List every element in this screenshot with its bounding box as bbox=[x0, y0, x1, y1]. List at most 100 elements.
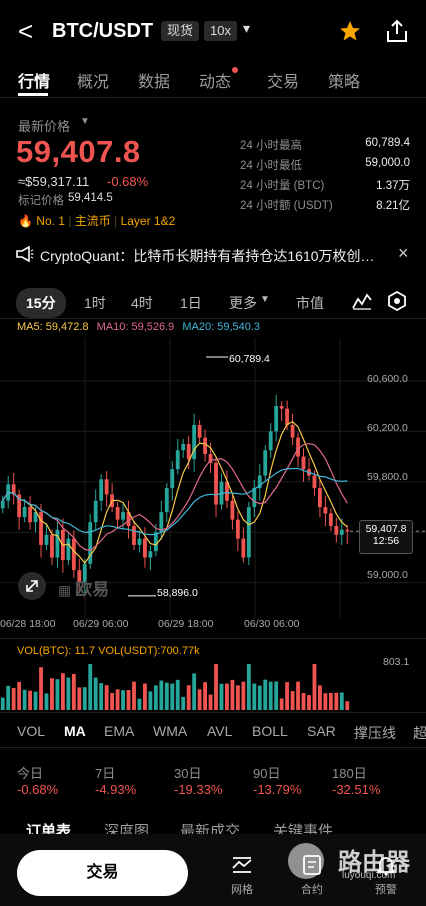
share-icon[interactable] bbox=[384, 18, 410, 44]
volume-bar bbox=[0, 697, 5, 710]
volume-bar bbox=[197, 689, 202, 710]
ind-more[interactable]: 超 bbox=[413, 723, 426, 743]
ind-sar[interactable]: SAR bbox=[307, 723, 336, 739]
close-news-icon[interactable]: × bbox=[398, 243, 409, 264]
change-180d-label: 180日 bbox=[332, 766, 367, 781]
candle-body bbox=[285, 408, 290, 426]
volume-bar bbox=[219, 683, 224, 710]
exchange-logo: ▦ 欧易 bbox=[58, 575, 109, 600]
candle-body bbox=[235, 519, 240, 539]
interval-1d[interactable]: 1日 bbox=[180, 293, 202, 313]
volume-bar bbox=[39, 667, 43, 710]
price-label-caret-icon[interactable]: ▼ bbox=[80, 116, 90, 127]
y-tick-label: 59,000.0 bbox=[367, 569, 408, 581]
volume-bar bbox=[66, 677, 71, 710]
tab-market[interactable]: 行情 bbox=[18, 68, 50, 92]
change-30d-label: 30日 bbox=[174, 766, 202, 781]
volume-bar bbox=[153, 685, 158, 710]
news-ticker[interactable]: CryptoQuant：比特币长期持有者持仓达1610万枚创… bbox=[40, 246, 385, 266]
volume-bar bbox=[181, 696, 186, 710]
ma5-line bbox=[2, 420, 348, 565]
star-icon[interactable] bbox=[338, 19, 362, 43]
volume-bar bbox=[175, 679, 180, 710]
more-intervals[interactable]: 更多 bbox=[229, 293, 257, 313]
volume-bar bbox=[225, 683, 229, 710]
mark-price-label: 标记价格 bbox=[18, 195, 64, 207]
volume-bar bbox=[60, 673, 65, 710]
x-tick-label: 06/29 18:00 bbox=[158, 618, 214, 630]
ind-vol[interactable]: VOL bbox=[17, 723, 45, 739]
candle-body bbox=[268, 431, 273, 451]
candle-body bbox=[66, 538, 71, 561]
candle-body bbox=[99, 479, 104, 501]
vol-btc-label: VOL(BTC): 11.7 bbox=[17, 645, 96, 657]
candle-body bbox=[28, 507, 32, 523]
x-tick-label: 06/28 18:00 bbox=[0, 618, 56, 630]
interval-bar: 15分 1时 4时 1日 更多 ▼ 市值 bbox=[0, 288, 426, 318]
volume-bar bbox=[263, 679, 268, 710]
candle-body bbox=[203, 437, 207, 455]
trade-button[interactable]: 交易 bbox=[17, 850, 188, 896]
divider bbox=[0, 747, 426, 748]
candle-body bbox=[186, 443, 191, 460]
stat-high-value: 60,789.4 bbox=[365, 137, 410, 149]
candle-body bbox=[0, 500, 5, 509]
grid-bot-icon bbox=[232, 857, 252, 873]
interval-1h[interactable]: 1时 bbox=[84, 293, 106, 313]
rank-badge[interactable]: No. 1 bbox=[36, 214, 65, 228]
indicator-icon[interactable] bbox=[352, 292, 372, 310]
tab-trade[interactable]: 交易 bbox=[267, 68, 299, 92]
volume-bar bbox=[170, 683, 175, 710]
main-tabs: 行情 概况 数据 动态 交易 策略 bbox=[0, 64, 426, 96]
ind-ma[interactable]: MA bbox=[64, 723, 86, 739]
tab-strategy[interactable]: 策略 bbox=[328, 68, 360, 92]
stat-vol-value: 1.37万 bbox=[376, 180, 410, 192]
fullscreen-button[interactable] bbox=[18, 572, 46, 600]
volume-bar bbox=[104, 685, 109, 710]
ind-support-resistance[interactable]: 撑压线 bbox=[354, 723, 396, 743]
candle-body bbox=[22, 507, 27, 518]
ind-avl[interactable]: AVL bbox=[207, 723, 232, 739]
candle-body bbox=[279, 406, 284, 409]
rank-icon: 🔥 bbox=[18, 214, 37, 228]
nav-grid[interactable]: 网格 bbox=[222, 854, 262, 897]
volume-bar bbox=[230, 679, 235, 710]
last-price: 59,407.8 bbox=[16, 134, 141, 169]
volume-bar bbox=[214, 664, 218, 710]
back-icon[interactable]: < bbox=[18, 18, 33, 44]
ma5-label: MA5: 59,472.8 bbox=[17, 321, 89, 333]
volume-bar bbox=[77, 687, 82, 710]
ind-ema[interactable]: EMA bbox=[104, 723, 134, 739]
tab-overview[interactable]: 概况 bbox=[77, 68, 109, 92]
volume-bar bbox=[345, 701, 350, 710]
interval-15m[interactable]: 15分 bbox=[16, 288, 66, 318]
chart-settings-icon[interactable] bbox=[387, 291, 407, 311]
spot-tag: 现货 bbox=[161, 21, 200, 41]
candle-body bbox=[50, 534, 54, 558]
x-tick-label: 06/29 06:00 bbox=[73, 618, 129, 630]
category-badge[interactable]: 主流币 bbox=[75, 214, 111, 228]
volume-bar bbox=[22, 689, 27, 710]
more-caret-icon: ▼ bbox=[260, 294, 270, 305]
volume-bar bbox=[121, 690, 125, 710]
usd-price: ≈$59,317.11 bbox=[18, 174, 90, 189]
megaphone-icon bbox=[16, 246, 34, 262]
candle-body bbox=[137, 538, 142, 545]
ind-boll[interactable]: BOLL bbox=[252, 723, 288, 739]
ind-wma[interactable]: WMA bbox=[153, 723, 187, 739]
x-tick-label: 06/30 06:00 bbox=[244, 618, 300, 630]
candle-body bbox=[143, 538, 147, 558]
pair-dropdown-icon[interactable]: ▾ bbox=[243, 20, 250, 37]
tab-data[interactable]: 数据 bbox=[138, 68, 170, 92]
tab-feed[interactable]: 动态 bbox=[199, 68, 231, 92]
layer-badge[interactable]: Layer 1&2 bbox=[121, 214, 176, 228]
candle-body bbox=[148, 551, 153, 558]
interval-4h[interactable]: 4时 bbox=[131, 293, 153, 313]
change-30d-value: -19.33% bbox=[174, 782, 223, 797]
market-cap-toggle[interactable]: 市值 bbox=[296, 293, 324, 313]
candle-body bbox=[263, 450, 268, 476]
pair-title[interactable]: BTC/USDT bbox=[52, 20, 153, 43]
candle-body bbox=[274, 406, 279, 432]
candle-body bbox=[328, 513, 333, 526]
volume-bar bbox=[203, 682, 207, 710]
